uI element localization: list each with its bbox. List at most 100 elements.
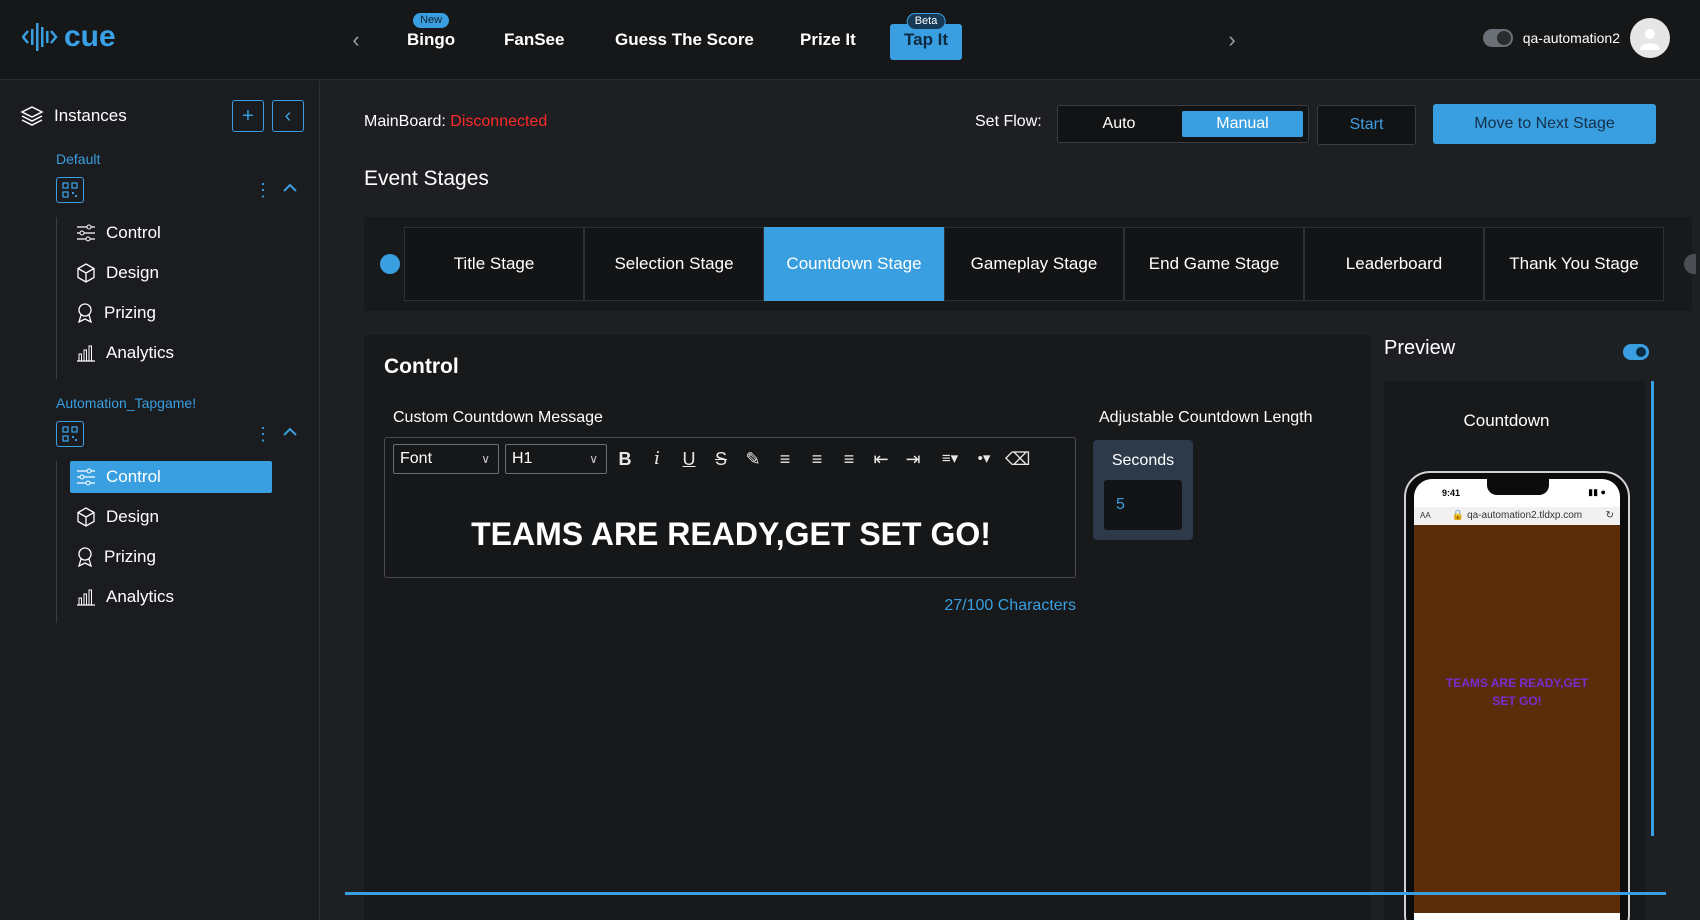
flow-auto-option[interactable]: Auto bbox=[1066, 111, 1172, 137]
nav-next-button[interactable]: › bbox=[1222, 28, 1242, 52]
add-instance-button[interactable]: + bbox=[232, 100, 264, 132]
phone-screen: 9:41 ▮▮ ● AA 🔒 qa-automation2.tldxp.com … bbox=[1414, 479, 1620, 920]
align-right-icon[interactable]: ≡ bbox=[837, 448, 861, 470]
theme-toggle[interactable] bbox=[1482, 29, 1513, 47]
bar-chart-icon bbox=[77, 589, 95, 606]
plus-icon: + bbox=[242, 104, 254, 127]
stage-gameplay[interactable]: Gameplay Stage bbox=[944, 227, 1124, 301]
bullet-list-icon[interactable]: •▾ bbox=[969, 448, 999, 470]
cube-icon bbox=[77, 263, 95, 283]
align-left-icon[interactable]: ≡ bbox=[773, 448, 797, 470]
instance-name[interactable]: Default bbox=[56, 151, 100, 167]
flow-manual-option[interactable]: Manual bbox=[1182, 111, 1303, 137]
stage-thank-you[interactable]: Thank You Stage bbox=[1484, 227, 1664, 301]
tab-label: Bingo bbox=[407, 30, 456, 49]
sidebar-item-design[interactable]: Design bbox=[70, 257, 272, 289]
instance-name[interactable]: Automation_Tapgame! bbox=[56, 395, 196, 411]
align-center-icon[interactable]: ≡ bbox=[805, 448, 829, 470]
sidebar-item-analytics[interactable]: Analytics bbox=[70, 337, 272, 369]
signal-icon: ▮▮ ● bbox=[1588, 487, 1606, 497]
strikethrough-icon[interactable]: S bbox=[709, 448, 733, 470]
sidebar-item-prizing[interactable]: Prizing bbox=[70, 297, 272, 329]
sidebar-item-control[interactable]: Control bbox=[70, 217, 272, 249]
stage-scroll-handle[interactable] bbox=[1684, 254, 1696, 274]
bar-chart-icon bbox=[77, 345, 95, 362]
bold-icon[interactable]: B bbox=[613, 448, 637, 470]
collapse-instance-button[interactable] bbox=[280, 181, 300, 201]
seconds-input[interactable]: 5 bbox=[1104, 480, 1182, 530]
phone-countdown-message: TEAMS ARE READY,GET SET GO! bbox=[1445, 676, 1589, 708]
user-icon bbox=[1640, 29, 1660, 50]
countdown-message-text[interactable]: TEAMS ARE READY,GET SET GO! bbox=[385, 516, 1077, 553]
horizontal-scrollbar[interactable] bbox=[345, 892, 1666, 895]
brand-name: cue bbox=[64, 20, 116, 53]
main-content: MainBoard: Disconnected Set Flow: Auto M… bbox=[321, 81, 1700, 920]
countdown-length-label: Adjustable Countdown Length bbox=[1099, 409, 1313, 426]
indent-icon[interactable]: ⇥ bbox=[901, 448, 925, 470]
chevron-left-icon: ‹ bbox=[352, 27, 360, 52]
heading-select[interactable]: H1 ∨ bbox=[505, 444, 607, 474]
collapse-sidebar-button[interactable]: ‹ bbox=[272, 100, 304, 132]
tab-label: Prize It bbox=[800, 30, 856, 49]
tab-tap-it[interactable]: Beta Tap It bbox=[890, 13, 963, 60]
avatar[interactable] bbox=[1630, 18, 1670, 58]
stage-selection[interactable]: Selection Stage bbox=[584, 227, 764, 301]
chevron-down-icon: ∨ bbox=[481, 452, 490, 466]
brand-logo[interactable]: cue bbox=[22, 20, 116, 54]
outdent-icon[interactable]: ⇤ bbox=[869, 448, 893, 470]
seconds-box: Seconds 5 bbox=[1093, 440, 1193, 540]
ordered-list-icon[interactable]: ≡▾ bbox=[935, 448, 965, 470]
preview-toggle[interactable] bbox=[1623, 344, 1649, 360]
sidebar-item-control[interactable]: Control bbox=[70, 461, 272, 493]
seconds-label: Seconds bbox=[1111, 452, 1175, 469]
phone-mockup: 9:41 ▮▮ ● AA 🔒 qa-automation2.tldxp.com … bbox=[1404, 471, 1630, 920]
tab-fansee[interactable]: FanSee bbox=[490, 24, 578, 60]
cube-icon bbox=[77, 507, 95, 527]
chevron-left-icon: ‹ bbox=[284, 104, 292, 127]
eraser-icon[interactable]: ⌫ bbox=[1005, 448, 1030, 470]
stage-countdown[interactable]: Countdown Stage bbox=[764, 227, 944, 301]
preview-scrollbar[interactable] bbox=[1651, 381, 1654, 836]
sidebar-item-label: Design bbox=[106, 507, 159, 526]
phone-url: qa-automation2.tldxp.com bbox=[1467, 510, 1583, 521]
start-button[interactable]: Start bbox=[1317, 105, 1416, 145]
stage-leaderboard[interactable]: Leaderboard bbox=[1304, 227, 1484, 301]
font-select[interactable]: Font ∨ bbox=[393, 444, 499, 474]
nav-prev-button[interactable]: ‹ bbox=[346, 28, 366, 52]
tab-prize-it[interactable]: Prize It bbox=[786, 24, 870, 60]
sliders-icon bbox=[77, 468, 95, 486]
sidebar-item-design[interactable]: Design bbox=[70, 501, 272, 533]
stage-title[interactable]: Title Stage bbox=[404, 227, 584, 301]
chevron-down-icon: ∨ bbox=[589, 452, 598, 466]
stage-indicator bbox=[380, 254, 400, 274]
italic-icon[interactable]: i bbox=[645, 448, 669, 470]
sidebar-item-prizing[interactable]: Prizing bbox=[70, 541, 272, 573]
instance-menu-button[interactable]: ⋮ bbox=[254, 179, 272, 201]
user-area: qa-automation2 bbox=[1482, 18, 1670, 58]
move-to-next-stage-button[interactable]: Move to Next Stage bbox=[1433, 104, 1656, 144]
tab-bingo[interactable]: New Bingo bbox=[393, 13, 469, 60]
stage-end-game[interactable]: End Game Stage bbox=[1124, 227, 1304, 301]
sidebar-item-analytics[interactable]: Analytics bbox=[70, 581, 272, 613]
menu-divider bbox=[56, 217, 57, 379]
beta-badge: Beta bbox=[906, 13, 946, 30]
phone-browser-bar: ‹ › ⇧ ☷ ❐ bbox=[1414, 913, 1620, 920]
phone-status-bar: 9:41 ▮▮ ● bbox=[1414, 479, 1620, 507]
instances-header: Instances bbox=[20, 105, 127, 127]
instance-menu-button[interactable]: ⋮ bbox=[254, 423, 272, 445]
tab-guess-the-score[interactable]: Guess The Score bbox=[601, 24, 768, 60]
underline-icon[interactable]: U bbox=[677, 448, 701, 470]
mainboard-label: MainBoard: bbox=[364, 113, 446, 130]
qr-code-button[interactable] bbox=[56, 177, 84, 203]
waveform-icon bbox=[22, 23, 58, 51]
text-size-icon: AA bbox=[1420, 511, 1431, 520]
qr-code-icon bbox=[62, 426, 78, 442]
highlight-icon[interactable]: ✎ bbox=[741, 448, 765, 470]
username: qa-automation2 bbox=[1522, 30, 1620, 46]
sidebar-item-label: Prizing bbox=[104, 303, 156, 322]
chevron-right-icon: › bbox=[1228, 27, 1236, 52]
qr-code-button[interactable] bbox=[56, 421, 84, 447]
collapse-instance-button[interactable] bbox=[280, 425, 300, 445]
flow-toggle: Auto Manual bbox=[1057, 105, 1309, 143]
reload-icon: ↻ bbox=[1605, 510, 1614, 521]
